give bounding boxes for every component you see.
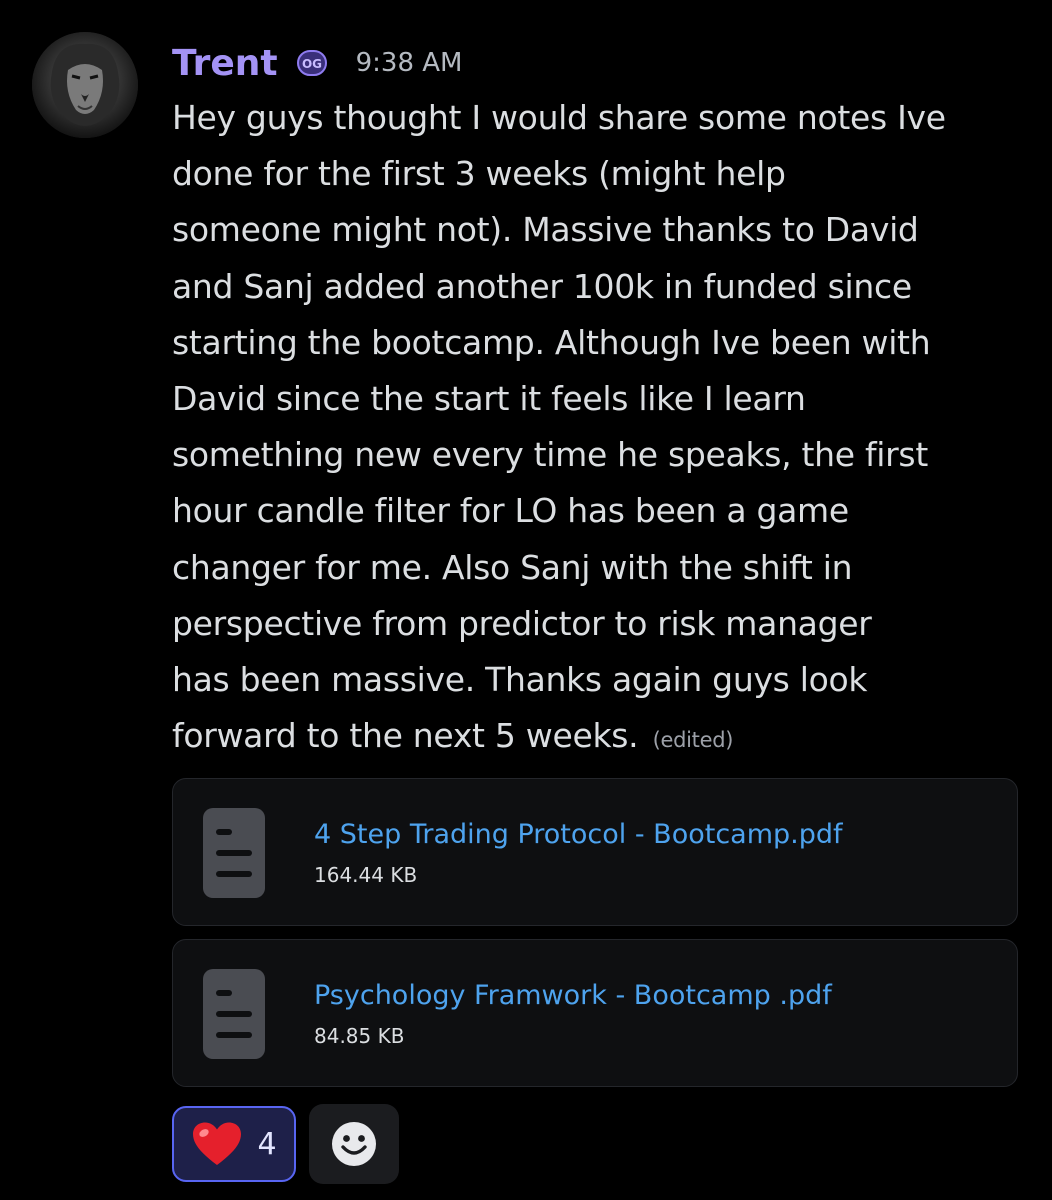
file-attachment[interactable]: Psychology Framwork - Bootcamp .pdf 84.8… [172, 939, 1018, 1087]
heart-icon [193, 1122, 242, 1165]
message-content: Hey guys thought I would share some note… [172, 90, 1032, 768]
avatar[interactable] [32, 32, 138, 138]
message-line-last: forward to the next 5 weeks. (edited) [172, 708, 1032, 768]
file-size: 164.44 KB [314, 863, 418, 887]
heart-reaction-button[interactable]: 4 [172, 1106, 296, 1182]
message-line: Hey guys thought I would share some note… [172, 98, 946, 137]
message-line: and Sanj added another 100k in funded si… [172, 266, 912, 306]
smiley-icon [332, 1122, 376, 1166]
message-line: has been massive. Thanks again guys look [172, 660, 868, 700]
chat-message: Trent OG 9:38 AM Hey guys thought I woul… [0, 0, 1052, 1200]
message-line: starting the bootcamp. Although Ive been… [172, 322, 931, 362]
message-line: changer for me. Also Sanj with the shift… [172, 547, 853, 587]
message-line: done for the first 3 weeks (might help [172, 154, 786, 194]
message-line: forward to the next 5 weeks. [172, 716, 639, 756]
file-size: 84.85 KB [314, 1024, 405, 1048]
og-badge-icon: OG [296, 49, 328, 77]
file-name-link[interactable]: 4 Step Trading Protocol - Bootcamp.pdf [314, 819, 843, 850]
reaction-count: 4 [257, 1126, 277, 1162]
document-icon [203, 969, 265, 1059]
file-name-link[interactable]: Psychology Framwork - Bootcamp .pdf [314, 980, 832, 1011]
document-icon [203, 808, 265, 898]
edited-label: (edited) [652, 728, 734, 753]
message-line: something new every time he speaks, the … [172, 435, 928, 475]
message-line: hour candle filter for LO has been a gam… [172, 491, 849, 531]
file-attachment[interactable]: 4 Step Trading Protocol - Bootcamp.pdf 1… [172, 778, 1018, 926]
message-line: David since the start it feels like I le… [172, 379, 806, 419]
add-reaction-button[interactable] [309, 1104, 399, 1184]
timestamp[interactable]: 9:38 AM [356, 48, 463, 78]
username[interactable]: Trent [172, 43, 278, 84]
badge-text: OG [302, 57, 322, 71]
message-line: perspective from predictor to risk manag… [172, 603, 872, 643]
lion-avatar-image [32, 32, 138, 138]
message-header: Trent OG 9:38 AM [172, 38, 462, 88]
reactions-bar: 4 [172, 1104, 399, 1184]
message-line: someone might not). Massive thanks to Da… [172, 210, 919, 250]
